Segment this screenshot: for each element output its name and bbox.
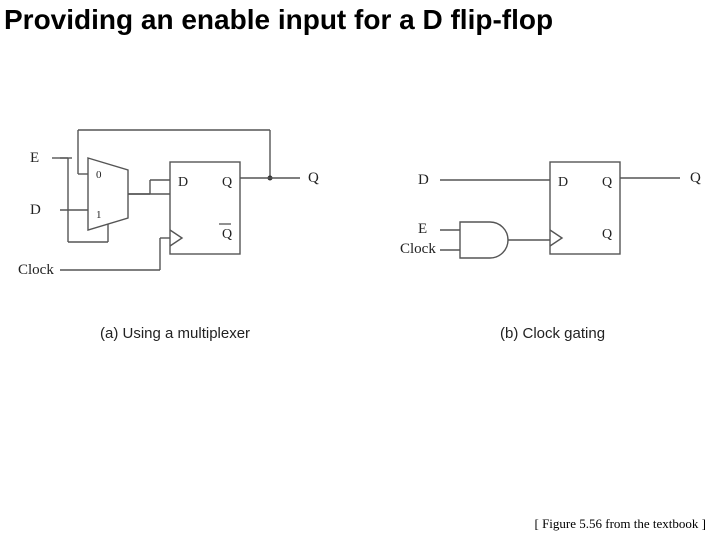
figure-a-svg: 0 1 D Q Q [0,110,360,330]
caption-b: (b) Clock gating [500,325,605,342]
label-a-Clock: Clock [18,262,54,279]
label-b-Qout: Q [690,170,701,187]
ff-a-q: Q [222,175,232,190]
ff-a-qbar: Q [222,227,232,242]
ff-b-d: D [558,175,568,190]
figure-source-note: [ Figure 5.56 from the textbook ] [535,516,707,532]
label-b-E: E [418,221,427,238]
caption-a: (a) Using a multiplexer [100,325,250,342]
label-a-E: E [30,150,39,167]
label-b-Clock: Clock [400,241,436,258]
mux-shape [88,158,128,230]
diagram-stage: 0 1 D Q Q [0,110,720,370]
ff-b-q: Q [602,175,612,190]
figure-b-svg: D Q Q [380,110,720,330]
label-b-D: D [418,172,429,189]
ff-a-d: D [178,175,188,190]
mux-input-0: 0 [96,169,102,181]
label-a-D: D [30,202,41,219]
label-a-Qout: Q [308,170,319,187]
mux-input-1: 1 [96,209,102,221]
ff-b-qb: Q [602,227,612,242]
and-gate [460,222,508,258]
page-title: Providing an enable input for a D flip-f… [0,0,720,36]
